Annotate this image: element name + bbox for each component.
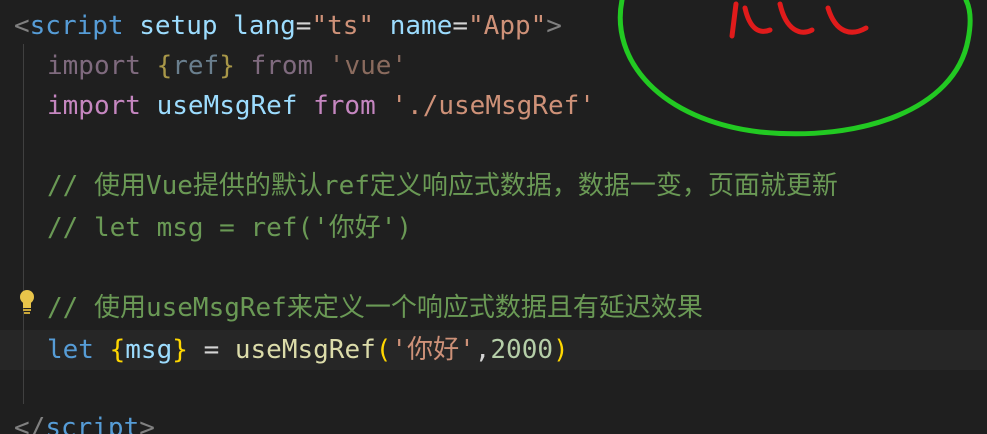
tag-open-bracket: < (14, 11, 30, 41)
attr-name-value: "App" (468, 11, 547, 41)
import-keyword: import (47, 91, 141, 121)
from-keyword: from (313, 91, 376, 121)
tag-name: script (29, 11, 124, 41)
code-line-11[interactable]: </script> (0, 408, 155, 434)
imported-name: ref (172, 51, 220, 81)
attr-eq: = (295, 11, 312, 41)
string-arg: '你好' (391, 335, 475, 365)
comment: // 使用Vue提供的默认ref定义响应式数据，数据一变，页面就更新 (47, 171, 838, 201)
attr-name: name (389, 11, 453, 41)
tag-name: script (45, 413, 140, 434)
attr-lang: lang (233, 11, 296, 41)
code-line-1[interactable]: <script setup lang="ts" name="App"> (0, 6, 562, 46)
comment: // 使用useMsgRef来定义一个响应式数据且有延迟效果 (47, 293, 703, 323)
from-keyword: from (250, 51, 314, 81)
annotation-scribble (729, 1, 869, 39)
code-line-9[interactable]: let {msg} = useMsgRef('你好',2000) (0, 330, 569, 370)
comma: , (474, 335, 491, 365)
brace-open: { (156, 51, 173, 81)
import-keyword: import (47, 51, 141, 81)
imported-name: useMsgRef (156, 91, 298, 121)
annotation-circle (617, 0, 973, 137)
comment: // let msg = ref('你好') (47, 213, 413, 243)
assign-operator: = (203, 335, 220, 365)
code-line-5[interactable]: // 使用Vue提供的默认ref定义响应式数据，数据一变，页面就更新 (0, 166, 838, 206)
brace-close: } (219, 51, 235, 81)
brace-open: { (109, 335, 126, 365)
let-keyword: let (47, 335, 94, 365)
attr-lang-value: "ts" (311, 11, 375, 41)
code-line-2[interactable]: import {ref} from 'vue' (0, 46, 407, 86)
tag-open-bracket: </ (14, 413, 46, 434)
paren-open: ( (375, 335, 392, 365)
tag-close-bracket: > (546, 11, 562, 41)
module-source: 'vue' (328, 51, 408, 81)
number-arg: 2000 (490, 335, 554, 365)
attr-eq-2: = (452, 11, 469, 41)
module-source: './useMsgRef' (391, 91, 595, 121)
code-line-6[interactable]: // let msg = ref('你好') (0, 208, 412, 248)
variable-name: msg (125, 335, 173, 365)
brace-close: } (172, 335, 188, 365)
code-line-3[interactable]: import useMsgRef from './useMsgRef' (0, 86, 595, 126)
paren-close: ) (553, 335, 569, 365)
code-editor[interactable]: <script setup lang="ts" name="App"> impo… (0, 0, 987, 434)
code-line-8[interactable]: // 使用useMsgRef来定义一个响应式数据且有延迟效果 (0, 288, 703, 328)
function-name: useMsgRef (234, 335, 376, 365)
attr-setup: setup (139, 11, 218, 41)
tag-close-bracket: > (139, 413, 155, 434)
